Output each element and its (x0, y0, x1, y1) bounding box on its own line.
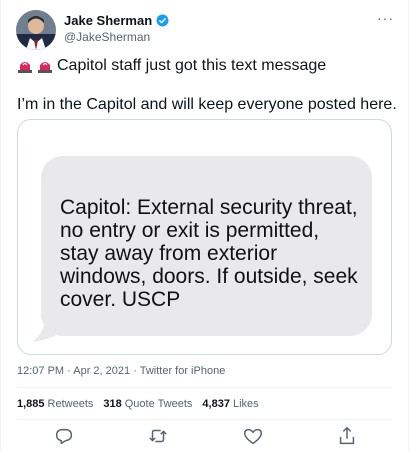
likes-count: 4,837 (202, 398, 230, 410)
tweet-text-line-2: I’m in the Capitol and will keep everyon… (17, 96, 397, 113)
more-options-icon[interactable]: ··· (377, 10, 394, 26)
author-block: Jake Sherman @JakeSherman (64, 13, 169, 44)
text-message-bubble: Capitol: External security threat, no en… (41, 156, 372, 336)
tweet-text-line-1: Capitol staff just got this text message (17, 57, 326, 75)
retweets-stat[interactable]: 1,885 Retweets (17, 398, 93, 410)
quote-tweets-count: 318 (103, 398, 122, 410)
avatar[interactable] (16, 10, 56, 50)
verified-badge-icon (156, 14, 169, 27)
retweet-icon[interactable] (147, 425, 169, 447)
author-handle[interactable]: @JakeSherman (64, 30, 169, 44)
timestamp[interactable]: 12:07 PM · Apr 2, 2021 (17, 365, 130, 377)
heart-icon[interactable] (242, 425, 264, 447)
tweet-media-image[interactable]: Capitol: External security threat, no en… (17, 119, 392, 355)
action-bar (1, 425, 409, 447)
tweet-text: Capitol staff just got this text message (57, 57, 327, 74)
likes-stat[interactable]: 4,837 Likes (202, 398, 258, 410)
quote-tweets-stat[interactable]: 318 Quote Tweets (103, 398, 192, 410)
tweet-metadata: 12:07 PM · Apr 2, 2021 · Twitter for iPh… (17, 365, 225, 377)
tweet-card: Jake Sherman @JakeSherman ··· Capitol st… (0, 0, 409, 451)
engagement-stats: 1,885 Retweets 318 Quote Tweets 4,837 Likes (17, 398, 259, 410)
police-siren-icon (38, 62, 52, 73)
message-bubble-tail (32, 316, 58, 342)
police-siren-icon (18, 62, 32, 73)
retweets-label: Retweets (47, 398, 94, 410)
meta-separator: · (130, 365, 140, 377)
divider (17, 387, 392, 388)
divider (17, 419, 392, 420)
likes-label: Likes (232, 398, 259, 410)
text-message-content: Capitol: External security threat, no en… (60, 196, 358, 311)
author-name[interactable]: Jake Sherman (64, 13, 152, 28)
source-label[interactable]: Twitter for iPhone (140, 365, 226, 377)
quote-tweets-label: Quote Tweets (124, 398, 193, 410)
reply-icon[interactable] (53, 425, 75, 447)
share-icon[interactable] (336, 425, 358, 447)
retweets-count: 1,885 (17, 398, 45, 410)
